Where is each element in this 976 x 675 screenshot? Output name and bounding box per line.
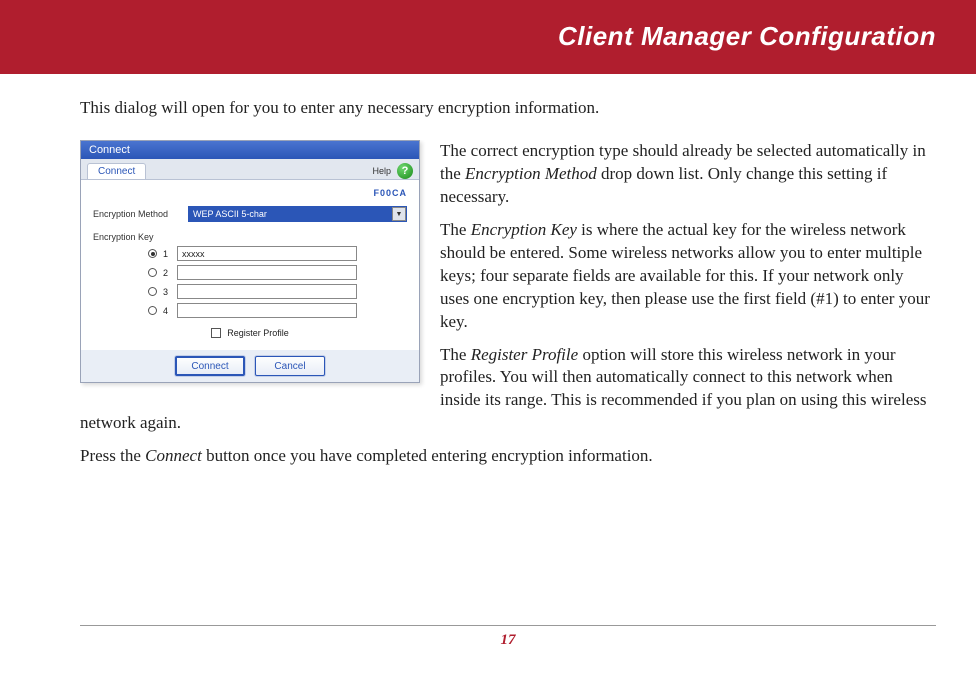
help-label: Help [372, 166, 391, 176]
key-row-4: 4 [93, 303, 407, 318]
dialog-footer: Connect Cancel [81, 350, 419, 382]
key-radio-2[interactable] [148, 268, 157, 277]
key-radio-4[interactable] [148, 306, 157, 315]
page-footer: 17 [80, 625, 936, 649]
encryption-method-row: Encryption Method WEP ASCII 5-char ▼ [93, 206, 407, 222]
p3i: Register Profile [471, 345, 579, 364]
register-profile-label: Register Profile [227, 328, 289, 338]
key-radio-3[interactable] [148, 287, 157, 296]
key-row-1: 1 xxxxx [93, 246, 407, 261]
header-inner: Client Manager Configuration [0, 10, 976, 62]
header-band: Client Manager Configuration [0, 0, 976, 74]
encryption-method-value: WEP ASCII 5-char [189, 209, 392, 219]
p4a: Press the [80, 446, 145, 465]
p4b: button once you have completed entering … [202, 446, 653, 465]
encryption-method-select[interactable]: WEP ASCII 5-char ▼ [188, 206, 407, 222]
key-num-3: 3 [163, 287, 171, 297]
p2i: Encryption Key [471, 220, 577, 239]
key-input-4[interactable] [177, 303, 357, 318]
key-row-2: 2 [93, 265, 407, 280]
connect-button[interactable]: Connect [175, 356, 245, 376]
page-number: 17 [80, 632, 936, 649]
dialog-titlebar: Connect [81, 141, 419, 159]
ap-name: F00CA [93, 188, 407, 198]
key-num-2: 2 [163, 268, 171, 278]
p2a: The [440, 220, 471, 239]
help-icon[interactable]: ? [397, 163, 413, 179]
key-radio-1[interactable] [148, 249, 157, 258]
connect-dialog: Connect Connect Help ? F00CA Encryption … [80, 140, 420, 383]
tab-connect[interactable]: Connect [87, 163, 146, 179]
p3a: The [440, 345, 471, 364]
key-input-1[interactable]: xxxxx [177, 246, 357, 261]
register-profile-row: Register Profile [93, 328, 407, 338]
dialog-screenshot: Connect Connect Help ? F00CA Encryption … [80, 140, 420, 383]
encryption-key-label-row: Encryption Key [93, 232, 407, 242]
cancel-button[interactable]: Cancel [255, 356, 325, 376]
encryption-key-grid: 1 xxxxx 2 3 [93, 246, 407, 318]
para-press-connect: Press the Connect button once you have c… [80, 445, 936, 468]
p1i: Encryption Method [465, 164, 597, 183]
footer-divider [80, 625, 936, 626]
encryption-method-label: Encryption Method [93, 209, 188, 219]
key-row-3: 3 [93, 284, 407, 299]
key-input-2[interactable] [177, 265, 357, 280]
key-num-4: 4 [163, 306, 171, 316]
dialog-tabstrip: Connect Help ? [81, 159, 419, 179]
dialog-body: F00CA Encryption Method WEP ASCII 5-char… [81, 179, 419, 350]
intro-text: This dialog will open for you to enter a… [80, 98, 936, 118]
key-num-1: 1 [163, 249, 171, 259]
page-header-title: Client Manager Configuration [558, 21, 936, 52]
p4i: Connect [145, 446, 202, 465]
encryption-key-label: Encryption Key [93, 232, 188, 242]
register-profile-checkbox[interactable] [211, 328, 221, 338]
page-content: This dialog will open for you to enter a… [0, 74, 976, 478]
key-input-3[interactable] [177, 284, 357, 299]
body-wrap: Connect Connect Help ? F00CA Encryption … [80, 140, 936, 478]
chevron-down-icon[interactable]: ▼ [392, 207, 406, 221]
